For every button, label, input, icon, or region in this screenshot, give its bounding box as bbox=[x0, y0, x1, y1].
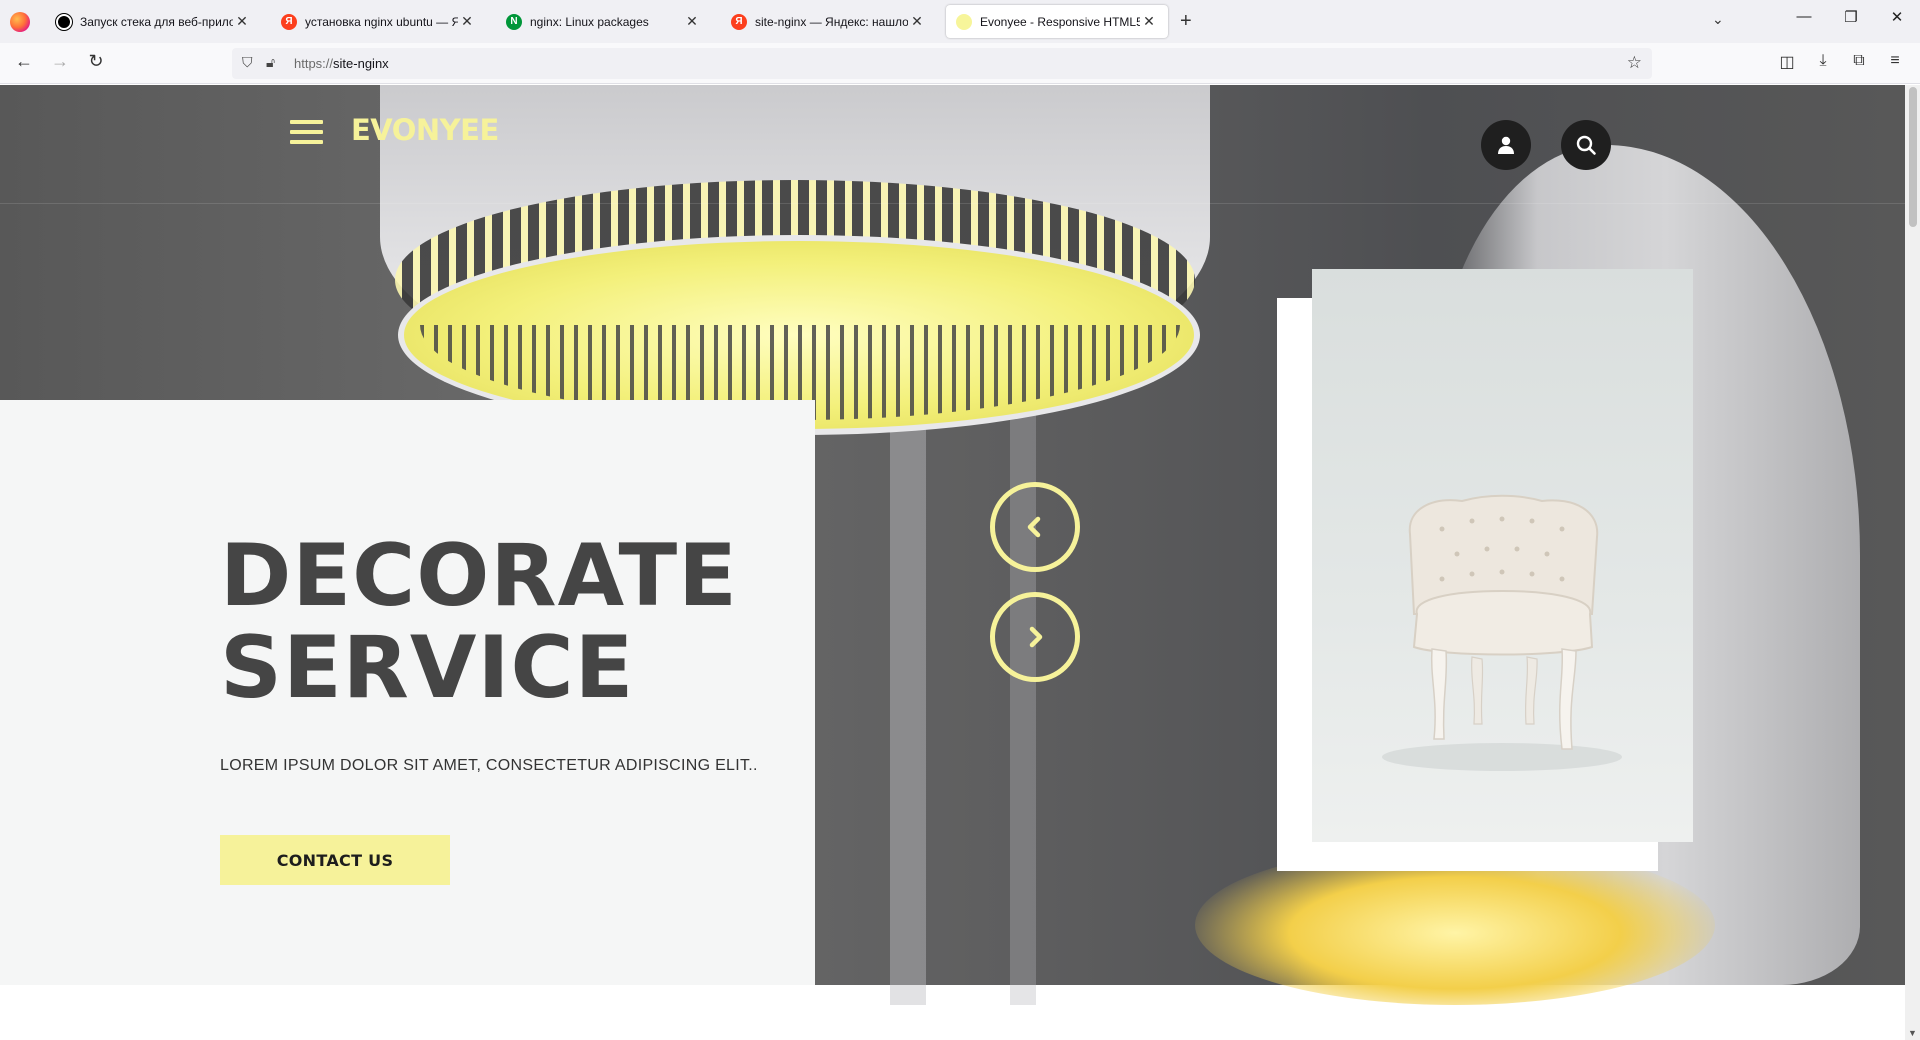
close-tab-icon[interactable]: ✕ bbox=[1140, 13, 1158, 30]
user-icon bbox=[1498, 136, 1514, 154]
tab-evonyee[interactable]: Evonyee - Responsive HTML5 Template ✕ bbox=[946, 5, 1168, 38]
yandex-icon: Я bbox=[281, 13, 297, 30]
site-logo[interactable]: EVONYEE bbox=[351, 113, 499, 147]
new-tab-icon[interactable]: + bbox=[1180, 10, 1192, 33]
yandex-icon: Я bbox=[731, 13, 747, 30]
scrollbar-thumb[interactable] bbox=[1909, 87, 1917, 227]
evonyee-icon bbox=[956, 13, 972, 30]
lamp-stem bbox=[890, 405, 926, 1005]
navigation-toolbar: ← → ↻ ⛉ 🔓︎ https://site-nginx ☆ ◫ ⤓ ⧉ ≡ bbox=[0, 43, 1920, 84]
search-button[interactable] bbox=[1561, 120, 1611, 170]
tab-yandex-site-nginx[interactable]: Я site-nginx — Яндекс: нашлось ✕ bbox=[721, 5, 936, 38]
page-viewport: EVONYEE DECORATE SERVICE LOREM IPSUM DOL… bbox=[0, 85, 1905, 1040]
search-icon bbox=[1576, 135, 1596, 155]
header-divider bbox=[0, 203, 1905, 204]
shield-icon[interactable]: ⛉ bbox=[242, 54, 253, 71]
url-protocol: https:// bbox=[294, 56, 334, 71]
close-tab-icon[interactable]: ✕ bbox=[233, 13, 251, 30]
chatgpt-icon bbox=[56, 13, 72, 30]
reload-icon[interactable]: ↻ bbox=[84, 51, 108, 72]
forward-icon[interactable]: → bbox=[48, 51, 72, 72]
minimize-icon[interactable]: — bbox=[1789, 8, 1819, 25]
extensions-icon[interactable]: ⧉ bbox=[1847, 52, 1871, 70]
firefox-icon[interactable] bbox=[10, 12, 30, 32]
hero-subtitle: LOREM IPSUM DOLOR SIT AMET, CONSECTETUR … bbox=[220, 757, 758, 774]
nginx-icon: N bbox=[506, 13, 522, 30]
tab-title: Evonyee - Responsive HTML5 Template bbox=[980, 14, 1140, 29]
hero-content-panel: DECORATE SERVICE LOREM IPSUM DOLOR SIT A… bbox=[0, 400, 815, 985]
url-text[interactable]: https://site-nginx bbox=[294, 56, 389, 71]
restore-icon[interactable]: ❐ bbox=[1836, 8, 1866, 26]
chevron-left-icon bbox=[1027, 516, 1041, 538]
contact-us-button[interactable]: CONTACT US bbox=[220, 835, 450, 885]
tab-chatgpt[interactable]: Запуск стека для веб-приложения ✕ bbox=[46, 5, 261, 38]
armchair-image bbox=[1382, 494, 1622, 771]
hero-title-line-1: DECORATE bbox=[220, 526, 738, 626]
lock-icon[interactable]: 🔓︎ bbox=[266, 54, 275, 71]
chevron-right-icon bbox=[1029, 626, 1043, 648]
hero-title-line-2: SERVICE bbox=[220, 618, 635, 718]
close-tab-icon[interactable]: ✕ bbox=[908, 13, 926, 30]
slider-next-button[interactable] bbox=[990, 592, 1080, 682]
pocket-icon[interactable]: ◫ bbox=[1775, 52, 1799, 72]
tab-strip: Запуск стека для веб-приложения ✕ Я уста… bbox=[0, 0, 1920, 43]
hamburger-menu-icon[interactable] bbox=[290, 120, 323, 144]
close-tab-icon[interactable]: ✕ bbox=[458, 13, 476, 30]
download-icon[interactable]: ⤓ bbox=[1811, 52, 1835, 70]
tab-title: nginx: Linux packages bbox=[530, 14, 649, 29]
close-window-icon[interactable]: ✕ bbox=[1882, 8, 1912, 26]
chevron-down-icon[interactable]: ⌄ bbox=[1712, 11, 1724, 28]
tab-yandex-nginx[interactable]: Я установка nginx ubuntu — Яндекс ✕ bbox=[271, 5, 486, 38]
url-host: site-nginx bbox=[333, 56, 389, 71]
bookmark-star-icon[interactable]: ☆ bbox=[1627, 53, 1642, 73]
tab-nginx-packages[interactable]: N nginx: Linux packages ✕ bbox=[496, 5, 711, 38]
page-scrollbar[interactable]: ▼ bbox=[1905, 85, 1920, 1040]
tab-title: site-nginx — Яндекс: нашлось bbox=[755, 14, 908, 29]
menu-icon[interactable]: ≡ bbox=[1883, 52, 1907, 70]
armchair-photo bbox=[1312, 269, 1693, 842]
address-bar[interactable]: ⛉ 🔓︎ https://site-nginx ☆ bbox=[232, 48, 1652, 79]
hero-title: DECORATE SERVICE bbox=[220, 530, 738, 714]
tab-title: Запуск стека для веб-приложения bbox=[80, 14, 233, 29]
back-icon[interactable]: ← bbox=[12, 51, 36, 72]
tab-title: установка nginx ubuntu — Яндекс bbox=[305, 14, 458, 29]
slider-prev-button[interactable] bbox=[990, 482, 1080, 572]
user-account-button[interactable] bbox=[1481, 120, 1531, 170]
scroll-down-arrow-icon[interactable]: ▼ bbox=[1908, 1028, 1917, 1038]
close-tab-icon[interactable]: ✕ bbox=[683, 13, 701, 30]
